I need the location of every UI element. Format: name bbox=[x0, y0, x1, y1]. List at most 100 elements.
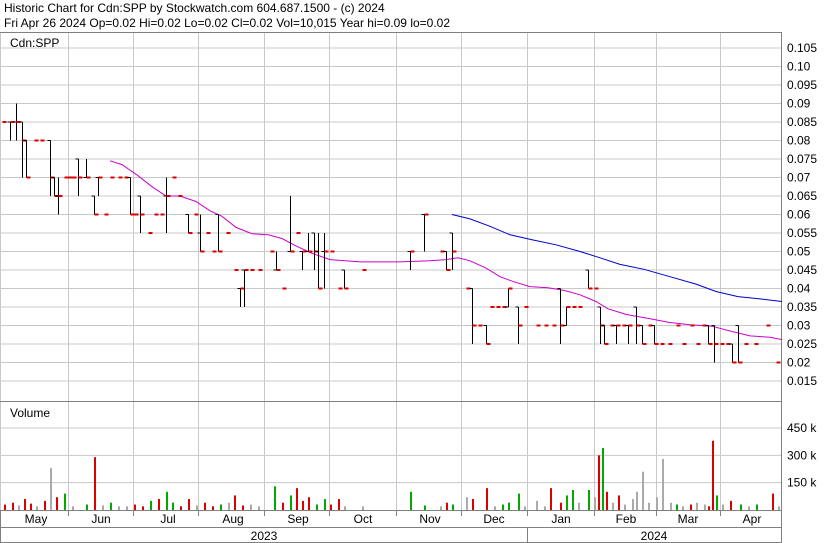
volume-bar bbox=[560, 502, 562, 510]
volume-bar bbox=[166, 491, 168, 510]
price-tick-label: 0.085 bbox=[787, 115, 817, 129]
volume-bar bbox=[440, 506, 442, 510]
volume-bar bbox=[518, 493, 520, 510]
ohlc-bar bbox=[273, 251, 281, 271]
volume-bar bbox=[250, 504, 252, 510]
volume-bar bbox=[50, 468, 52, 510]
year-label: 2024 bbox=[641, 529, 668, 543]
volume-bar bbox=[708, 506, 710, 510]
volume-bar bbox=[4, 504, 6, 510]
volume-bar bbox=[274, 486, 276, 510]
volume-bar bbox=[550, 488, 552, 510]
moving-average-short bbox=[109, 160, 783, 341]
price-tick-label: 0.05 bbox=[787, 245, 811, 259]
volume-bar bbox=[330, 504, 332, 510]
volume-bar bbox=[536, 500, 538, 510]
ohlc-bar bbox=[625, 324, 633, 344]
month-label: Oct bbox=[354, 512, 373, 526]
ohlc-bar bbox=[505, 287, 513, 308]
ohlc-bar bbox=[163, 177, 171, 233]
moving-averages bbox=[109, 160, 783, 341]
year-label: 2023 bbox=[251, 529, 278, 543]
volume-bar bbox=[296, 488, 298, 510]
price-tick-label: 0.035 bbox=[787, 300, 817, 314]
price-panel-frame bbox=[0, 32, 782, 402]
volume-bar bbox=[566, 495, 568, 510]
ohlc-bar bbox=[305, 233, 313, 253]
price-tick-label: 0.08 bbox=[787, 134, 811, 148]
volume-bar bbox=[56, 497, 58, 510]
price-tick-label: 0.07 bbox=[787, 171, 811, 185]
volume-bar bbox=[126, 506, 128, 510]
volume-bar bbox=[308, 497, 310, 510]
ohlc-bar bbox=[601, 325, 609, 345]
volume-bar bbox=[180, 506, 182, 510]
ohlc-bar bbox=[639, 325, 647, 345]
month-label: Feb bbox=[616, 512, 637, 526]
volume-bar bbox=[410, 491, 412, 510]
volume-bar bbox=[682, 506, 684, 510]
ohlc-bar bbox=[729, 343, 737, 364]
price-tick-label: 0.015 bbox=[787, 374, 817, 388]
ohlc-bar bbox=[19, 121, 27, 178]
volume-bar bbox=[696, 502, 698, 510]
price-tick-label: 0.065 bbox=[787, 189, 817, 203]
price-tick-label: 0.055 bbox=[787, 226, 817, 240]
volume-bar bbox=[290, 495, 292, 510]
month-label: Dec bbox=[483, 512, 504, 526]
axis-labels: 0.105 0.10 0.095 0.09 0.085 0.08 0.075 0.07 0.06… bbox=[0, 41, 817, 543]
volume-bar bbox=[242, 505, 244, 510]
price-tick-label: 0.095 bbox=[787, 78, 817, 92]
volume-bar bbox=[24, 499, 26, 510]
volume-bar bbox=[446, 502, 448, 510]
volume-bar bbox=[748, 506, 750, 510]
volume-bar bbox=[466, 497, 468, 510]
volume-bar bbox=[486, 488, 488, 510]
volume-bar bbox=[642, 471, 644, 510]
month-label: Nov bbox=[419, 512, 440, 526]
price-tick-label: 0.105 bbox=[787, 41, 817, 55]
ohlc-bar bbox=[585, 269, 593, 290]
volume-bar bbox=[338, 499, 340, 510]
ohlc-bar bbox=[95, 176, 103, 196]
ohlc-bar bbox=[651, 325, 659, 345]
volume-bar bbox=[544, 506, 546, 510]
volume-bar bbox=[656, 497, 658, 510]
ohlc-bar bbox=[315, 233, 323, 290]
volume-bar bbox=[424, 505, 426, 510]
price-tick-label: 0.09 bbox=[787, 97, 811, 111]
volume-bar bbox=[632, 499, 634, 510]
ohlc-bar bbox=[83, 159, 91, 179]
price-tick-label: 0.04 bbox=[787, 282, 811, 296]
volume-bar bbox=[18, 505, 20, 510]
volume-bar bbox=[636, 491, 638, 510]
volume-bar bbox=[452, 504, 454, 510]
volume-bar bbox=[118, 506, 120, 510]
volume-bar bbox=[606, 491, 608, 510]
volume-bar bbox=[44, 500, 46, 510]
volume-bar bbox=[502, 504, 504, 510]
volume-bar bbox=[704, 504, 706, 510]
volume-bar bbox=[778, 506, 780, 510]
volume-bar bbox=[204, 502, 206, 510]
volume-bar bbox=[602, 448, 604, 510]
volume-bar bbox=[102, 505, 104, 510]
volume-bar bbox=[234, 495, 236, 510]
volume-bar bbox=[756, 504, 758, 510]
volume-tick-label: 150 k bbox=[787, 476, 817, 490]
volume-bar bbox=[494, 506, 496, 510]
ohlc-bar bbox=[705, 325, 713, 345]
ohlc-bar bbox=[563, 306, 571, 326]
month-label: Aug bbox=[222, 512, 243, 526]
volume-bar bbox=[624, 504, 626, 510]
volume-bar bbox=[212, 506, 214, 510]
volume-tick-label: 450 k bbox=[787, 421, 817, 435]
ohlc-bar bbox=[237, 287, 245, 307]
ohlc-bar bbox=[443, 251, 451, 271]
volume-bar bbox=[612, 502, 614, 510]
volume-bar bbox=[730, 500, 732, 510]
volume-title: Volume bbox=[10, 406, 51, 420]
volume-bar bbox=[722, 504, 724, 510]
volume-bar bbox=[344, 506, 346, 510]
volume-bar bbox=[316, 504, 318, 510]
